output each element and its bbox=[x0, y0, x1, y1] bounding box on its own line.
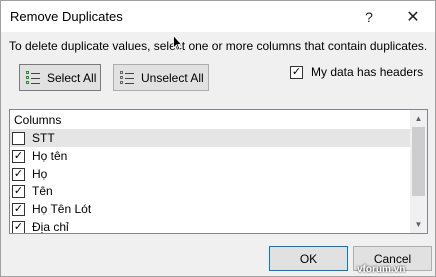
close-button[interactable]: ✕ bbox=[391, 1, 435, 32]
vertical-scrollbar[interactable]: ▲ ▼ bbox=[410, 110, 427, 233]
column-label: Họ bbox=[32, 167, 48, 181]
column-checkbox[interactable]: ✓ bbox=[12, 202, 25, 216]
columns-heading: Columns bbox=[14, 113, 62, 127]
help-button[interactable]: ? bbox=[347, 1, 391, 32]
ok-button[interactable]: OK bbox=[269, 246, 348, 271]
column-label: Tên bbox=[32, 184, 53, 198]
column-checkbox[interactable]: ✓ bbox=[12, 167, 25, 181]
column-checkbox[interactable]: ✓ bbox=[12, 149, 25, 163]
remove-duplicates-dialog: Remove Duplicates ? ✕ To delete duplicat… bbox=[0, 0, 436, 277]
column-row[interactable]: ✓ Tên bbox=[10, 182, 412, 200]
dialog-title: Remove Duplicates bbox=[10, 9, 123, 24]
instruction-text: To delete duplicate values, select one o… bbox=[9, 39, 428, 53]
column-label: Địa chỉ bbox=[32, 220, 69, 234]
select-all-button[interactable]: Select All bbox=[19, 64, 101, 91]
select-all-label: Select All bbox=[47, 70, 97, 85]
unselect-all-icon bbox=[120, 70, 135, 85]
column-label: Họ Tên Lót bbox=[32, 202, 92, 216]
column-checkbox[interactable] bbox=[12, 131, 25, 145]
scroll-thumb[interactable] bbox=[412, 127, 425, 196]
headers-label: My data has headers bbox=[311, 65, 424, 79]
columns-list[interactable]: Columns STT ✓ Họ tên ✓ Họ ✓ Tên ✓ Họ Tên… bbox=[9, 109, 428, 234]
watermark-logo: vforum.vn bbox=[357, 264, 406, 275]
column-row[interactable]: ✓ Họ Tên Lót bbox=[10, 200, 412, 218]
column-row[interactable]: STT bbox=[10, 129, 412, 147]
headers-checkbox[interactable]: ✓ bbox=[290, 65, 303, 79]
my-data-has-headers-option[interactable]: ✓ My data has headers bbox=[290, 65, 423, 79]
scroll-up-icon[interactable]: ▲ bbox=[410, 110, 427, 127]
column-row[interactable]: ✓ Địa chỉ bbox=[10, 218, 412, 234]
column-checkbox[interactable]: ✓ bbox=[12, 184, 25, 198]
unselect-all-label: Unselect All bbox=[141, 70, 204, 85]
column-row[interactable]: ✓ Họ bbox=[10, 165, 412, 183]
column-label: STT bbox=[32, 131, 55, 145]
unselect-all-button[interactable]: Unselect All bbox=[113, 64, 209, 91]
select-all-icon bbox=[26, 70, 41, 85]
column-checkbox[interactable]: ✓ bbox=[12, 220, 25, 233]
title-bar: Remove Duplicates ? ✕ bbox=[1, 1, 435, 32]
column-label: Họ tên bbox=[32, 149, 68, 163]
column-row[interactable]: ✓ Họ tên bbox=[10, 147, 412, 165]
scroll-down-icon[interactable]: ▼ bbox=[410, 216, 427, 233]
mouse-cursor-icon bbox=[173, 35, 182, 51]
